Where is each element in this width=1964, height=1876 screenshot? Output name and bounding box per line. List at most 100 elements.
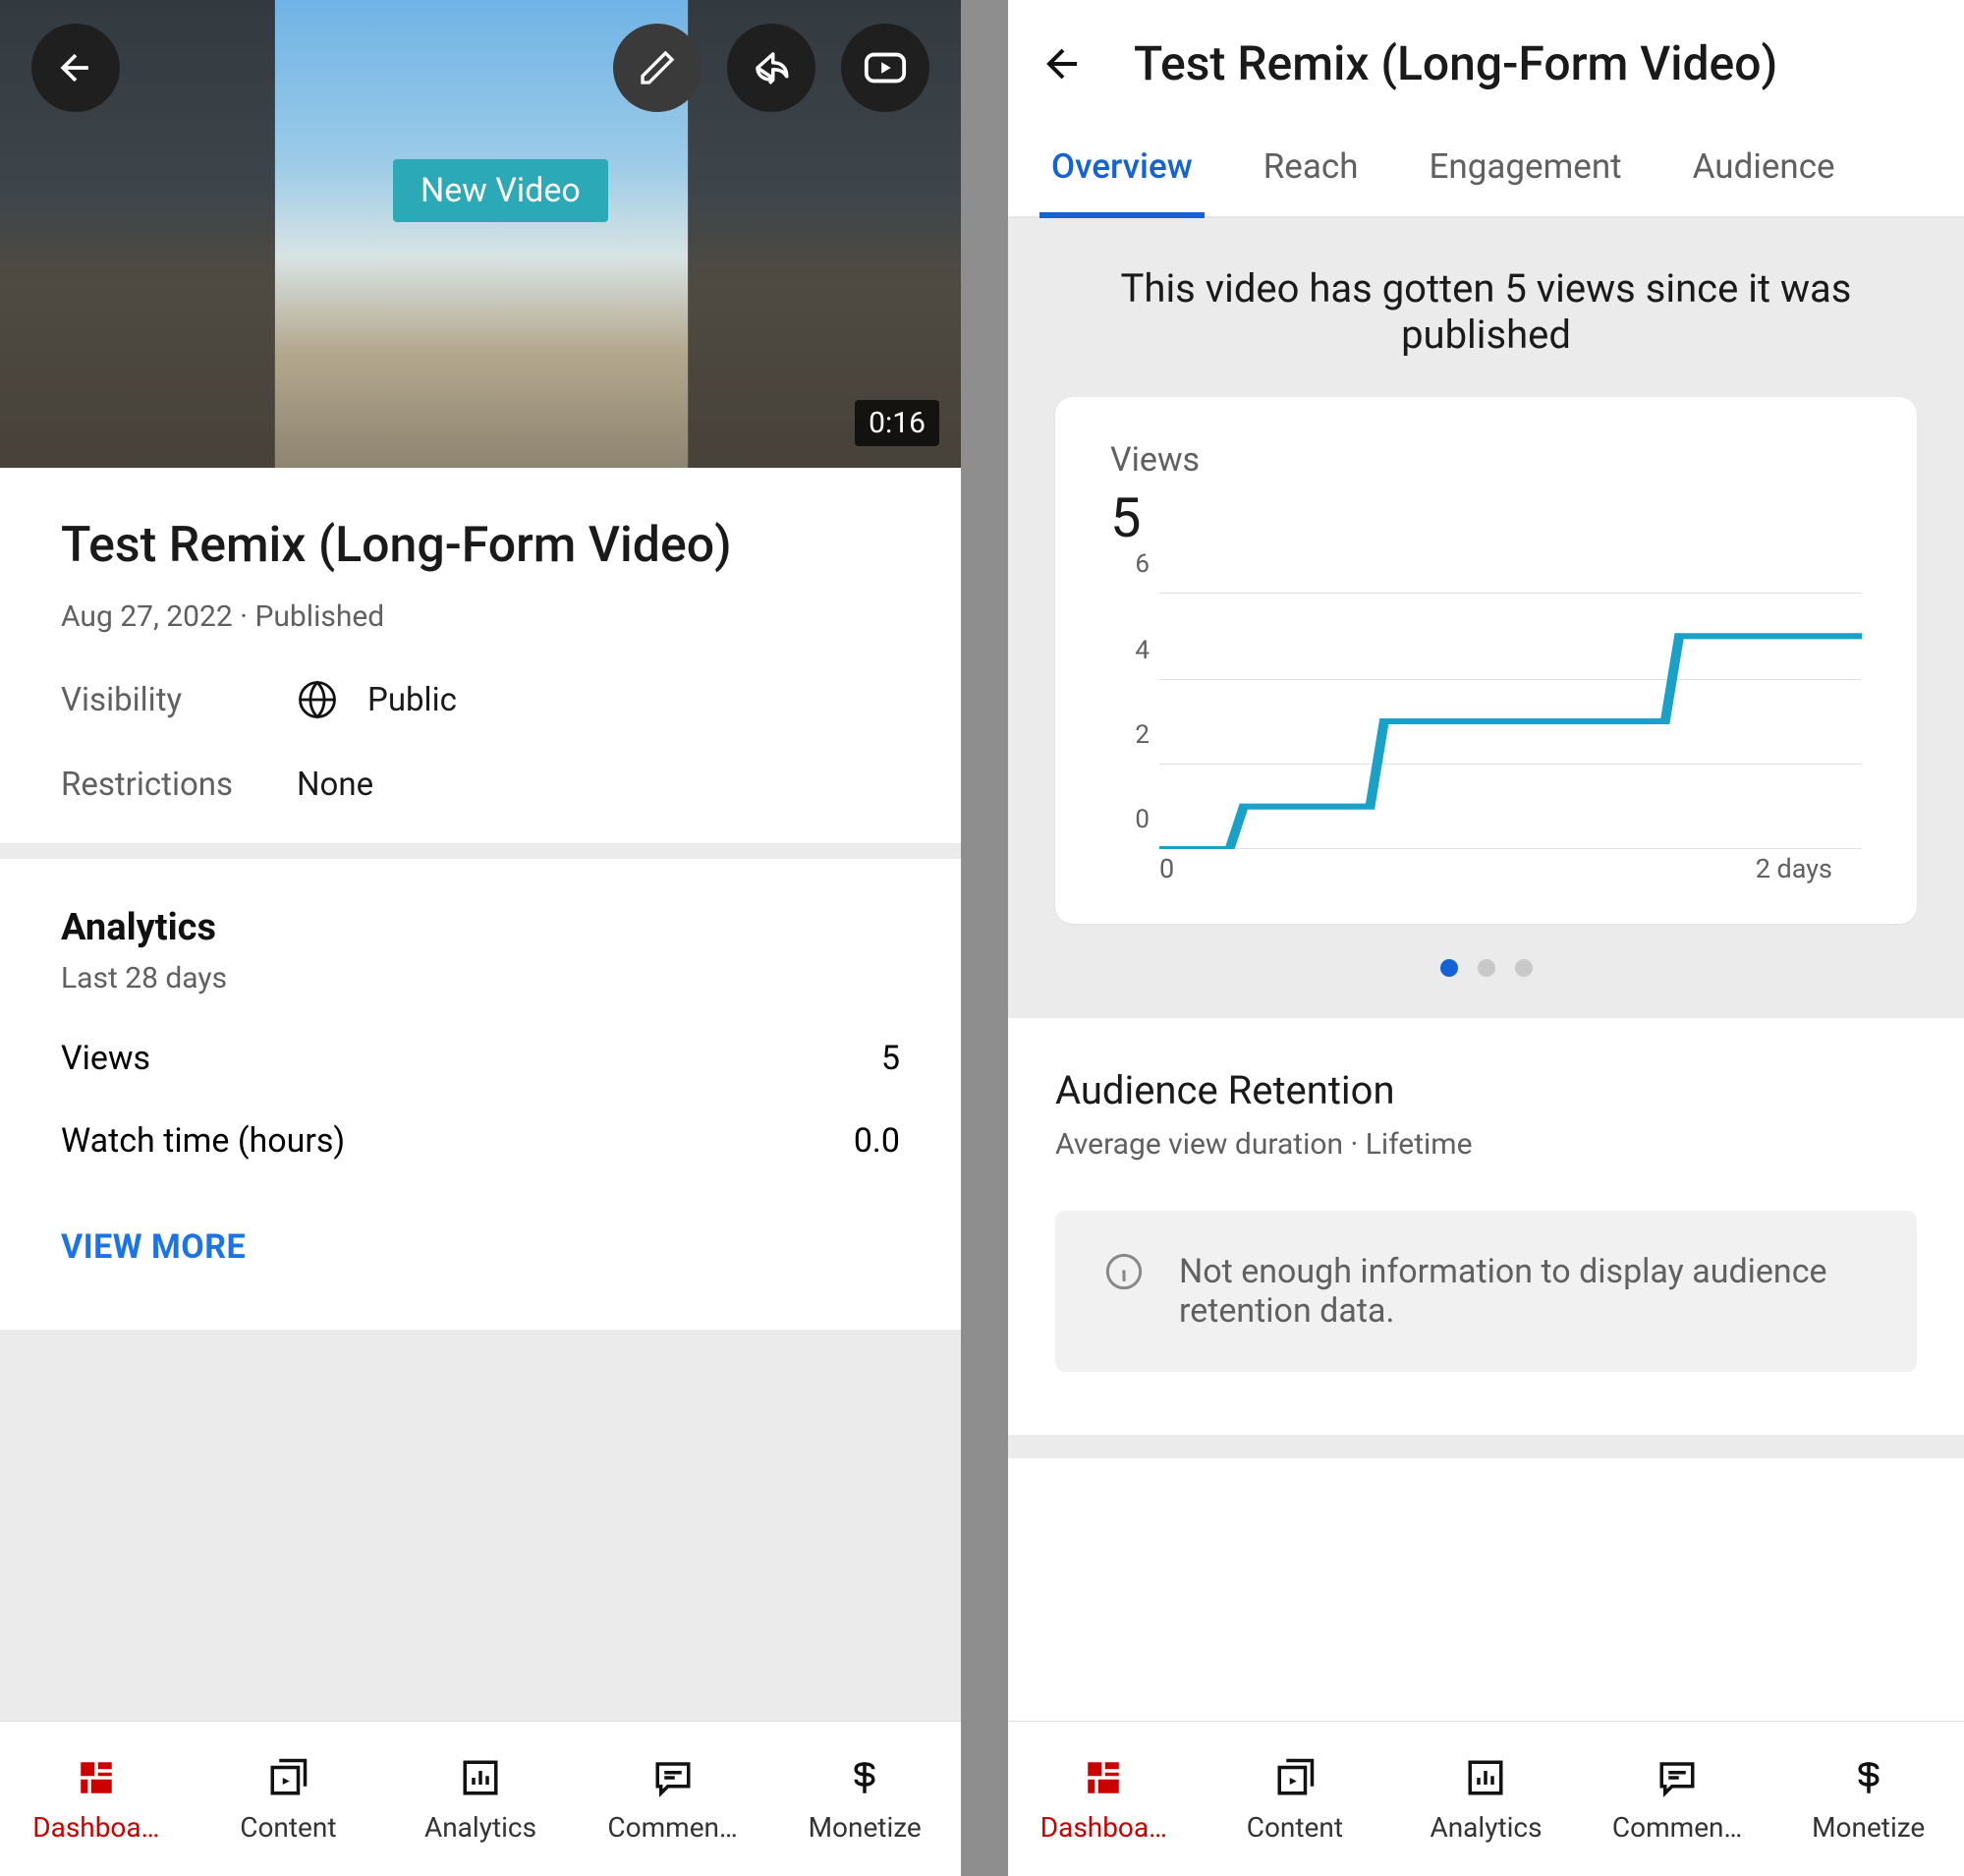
back-button[interactable] (31, 24, 120, 112)
y-tick: 0 (1135, 805, 1150, 834)
nav-content[interactable]: Content (193, 1722, 385, 1876)
watchtime-label: Watch time (hours) (61, 1121, 345, 1161)
chart-pager-dots (1055, 959, 1917, 977)
monetize-icon (1845, 1754, 1892, 1801)
retention-info-text: Not enough information to display audien… (1179, 1252, 1868, 1331)
nav-dashboard[interactable]: Dashboa… (0, 1722, 193, 1876)
nav-comments[interactable]: Commen… (577, 1722, 769, 1876)
thumbnail-overlay-chip: New Video (393, 159, 608, 222)
panel-gap (961, 0, 1008, 1876)
x-tick-end: 2 days (1756, 853, 1832, 884)
nav-monetize[interactable]: Monetize (768, 1722, 961, 1876)
nav-comments[interactable]: Commen… (1582, 1722, 1773, 1876)
nav-monetize-label: Monetize (1812, 1811, 1925, 1844)
video-detail-panel: New Video (0, 0, 961, 1876)
views-chart-value: 5 (1110, 485, 1862, 550)
x-tick-start: 0 (1159, 853, 1174, 884)
pager-dot[interactable] (1440, 959, 1458, 977)
analytics-icon (1462, 1754, 1509, 1801)
visibility-value-text: Public (367, 681, 457, 719)
duration-badge: 0:16 (855, 400, 939, 446)
video-title: Test Remix (Long-Form Video) (61, 517, 900, 574)
nav-dashboard[interactable]: Dashboa… (1008, 1722, 1200, 1876)
audience-retention-section: Audience Retention Average view duration… (1008, 1018, 1964, 1435)
y-tick: 6 (1135, 549, 1150, 579)
retention-info-box: Not enough information to display audien… (1055, 1211, 1917, 1372)
comments-icon (1654, 1754, 1701, 1801)
video-hero: New Video (0, 0, 961, 468)
spacer (1008, 1458, 1964, 1721)
edit-button[interactable] (613, 24, 701, 112)
analytics-heading: Analytics (61, 906, 900, 949)
x-axis-labels: 0 2 days (1159, 853, 1862, 888)
views-value: 5 (881, 1039, 900, 1078)
monetize-icon (841, 1754, 888, 1801)
restrictions-label: Restrictions (61, 766, 257, 804)
arrow-left-icon (1039, 40, 1087, 87)
views-line-chart (1159, 594, 1862, 849)
back-button[interactable] (1039, 40, 1087, 87)
nav-dashboard-label: Dashboa… (32, 1811, 159, 1844)
share-button[interactable] (727, 24, 815, 112)
visibility-label: Visibility (61, 681, 257, 719)
pager-dot[interactable] (1515, 959, 1533, 977)
y-tick: 4 (1135, 636, 1150, 665)
y-tick: 2 (1135, 720, 1150, 750)
section-divider (1008, 1435, 1964, 1458)
visibility-row: Visibility Public (61, 679, 900, 720)
arrow-left-icon (54, 46, 97, 89)
nav-dashboard-label: Dashboa… (1040, 1811, 1167, 1844)
comments-icon (649, 1754, 697, 1801)
globe-icon (297, 679, 338, 720)
watchtime-row: Watch time (hours) 0.0 (61, 1121, 900, 1161)
dashboard-icon (73, 1754, 120, 1801)
share-arrow-icon (751, 47, 792, 88)
content-icon (264, 1754, 311, 1801)
retention-title: Audience Retention (1055, 1067, 1917, 1113)
content-icon (1271, 1754, 1319, 1801)
visibility-value[interactable]: Public (297, 679, 457, 720)
section-divider (0, 843, 961, 859)
overview-summary-text: This video has gotten 5 views since it w… (1055, 265, 1917, 397)
nav-comments-label: Commen… (607, 1811, 737, 1844)
open-in-youtube-button[interactable] (841, 24, 929, 112)
bottom-nav-left: Dashboa… Content Analytics Commen… Monet… (0, 1721, 961, 1876)
analytics-icon (457, 1754, 504, 1801)
view-more-link[interactable]: VIEW MORE (61, 1227, 900, 1267)
watchtime-value: 0.0 (854, 1121, 900, 1161)
restrictions-row: Restrictions None (61, 766, 900, 804)
views-chart-area: 0 2 4 6 0 2 days (1110, 594, 1862, 888)
info-icon (1104, 1252, 1144, 1291)
chart-plot (1159, 594, 1862, 849)
video-info-section: Test Remix (Long-Form Video) Aug 27, 202… (0, 468, 961, 843)
analytics-header: Test Remix (Long-Form Video) (1008, 0, 1964, 135)
views-chart-card[interactable]: Views 5 0 2 4 6 (1055, 397, 1917, 924)
retention-subtitle: Average view duration · Lifetime (1055, 1127, 1917, 1162)
nav-content-label: Content (240, 1811, 336, 1844)
analytics-detail-panel: Test Remix (Long-Form Video) Overview Re… (1008, 0, 1964, 1876)
analytics-summary-section: Analytics Last 28 days Views 5 Watch tim… (0, 859, 961, 1330)
nav-analytics-label: Analytics (424, 1811, 536, 1844)
views-row: Views 5 (61, 1039, 900, 1078)
nav-analytics[interactable]: Analytics (1390, 1722, 1582, 1876)
nav-content[interactable]: Content (1200, 1722, 1391, 1876)
restrictions-value: None (297, 766, 373, 804)
video-subline: Aug 27, 2022 · Published (61, 599, 900, 634)
pencil-icon (638, 48, 677, 87)
nav-monetize-label: Monetize (809, 1811, 922, 1844)
pager-dot[interactable] (1478, 959, 1495, 977)
youtube-icon (863, 45, 908, 90)
tab-audience[interactable]: Audience (1693, 135, 1835, 216)
tab-reach[interactable]: Reach (1263, 135, 1359, 216)
empty-gray-area (0, 1330, 961, 1721)
views-label: Views (61, 1039, 150, 1078)
nav-analytics-label: Analytics (1430, 1811, 1542, 1844)
analytics-title: Test Remix (Long-Form Video) (1134, 35, 1777, 91)
nav-monetize[interactable]: Monetize (1772, 1722, 1964, 1876)
nav-analytics[interactable]: Analytics (384, 1722, 577, 1876)
tab-engagement[interactable]: Engagement (1429, 135, 1621, 216)
views-chart-label: Views (1110, 440, 1862, 480)
tab-overview[interactable]: Overview (1051, 135, 1193, 216)
dashboard-icon (1080, 1754, 1127, 1801)
bottom-nav-right: Dashboa… Content Analytics Commen… Monet… (1008, 1721, 1964, 1876)
